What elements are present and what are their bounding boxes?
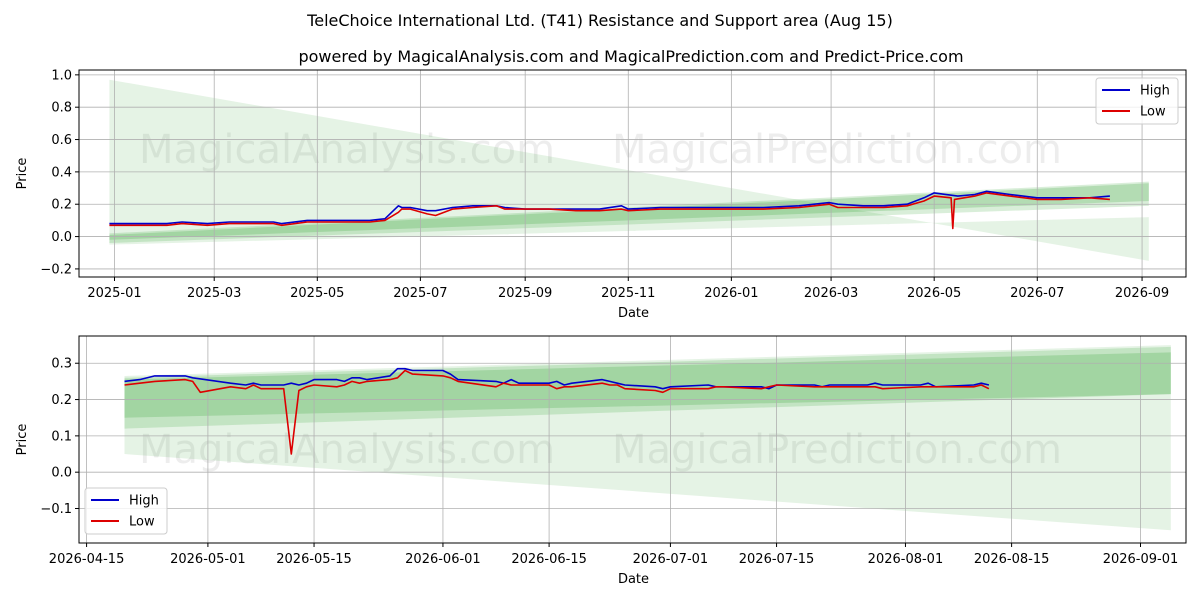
chart-title: TeleChoice International Ltd. (T41) Resi… <box>306 11 893 30</box>
y-tick-label: 0.0 <box>51 230 72 245</box>
x-tick-label: 2025-05 <box>290 286 344 301</box>
y-axis-label: Price <box>15 424 30 456</box>
x-tick-label: 2026-09 <box>1115 286 1169 301</box>
x-tick-label: 2025-07 <box>393 286 447 301</box>
x-tick-label: 2025-11 <box>601 286 655 301</box>
y-tick-label: 0.0 <box>51 466 72 481</box>
x-tick-label: 2026-05-01 <box>170 552 246 567</box>
watermark-right: MagicalPrediction.com <box>612 127 1062 173</box>
y-tick-label: −0.1 <box>40 502 72 517</box>
legend-label-low: Low <box>1140 105 1166 120</box>
top-chart-panel: MagicalAnalysis.com MagicalPrediction.com… <box>15 68 1187 321</box>
x-axis-label: Date <box>618 572 649 587</box>
y-tick-label: 1.0 <box>51 68 72 83</box>
legend-label-low: Low <box>129 515 155 530</box>
x-tick-label: 2026-01 <box>704 286 758 301</box>
x-tick-label: 2026-08-15 <box>974 552 1050 567</box>
x-tick-label: 2026-05 <box>907 286 961 301</box>
chart-subtitle: powered by MagicalAnalysis.com and Magic… <box>298 47 963 66</box>
x-tick-label: 2026-07-15 <box>739 552 815 567</box>
y-axis-label: Price <box>15 158 30 190</box>
y-tick-label: 0.2 <box>51 393 72 408</box>
y-tick-label: 0.4 <box>51 165 72 180</box>
x-tick-label: 2026-09-01 <box>1103 552 1179 567</box>
x-axis-label: Date <box>618 306 649 321</box>
legend-label-high: High <box>129 494 159 509</box>
x-tick-label: 2025-01 <box>87 286 141 301</box>
x-tick-label: 2026-07-01 <box>633 552 709 567</box>
x-tick-label: 2026-08-01 <box>868 552 944 567</box>
y-tick-label: 0.1 <box>51 429 72 444</box>
y-tick-label: 0.2 <box>51 198 72 213</box>
bottom-chart-panel: MagicalAnalysis.com MagicalPrediction.com… <box>15 335 1187 587</box>
y-tick-label: 0.6 <box>51 133 72 148</box>
x-tick-label: 2025-03 <box>187 286 241 301</box>
legend: High Low <box>1095 77 1179 125</box>
legend-label-high: High <box>1140 84 1170 99</box>
plot-area <box>79 70 1186 277</box>
y-tick-label: −0.2 <box>40 262 72 277</box>
figure: TeleChoice International Ltd. (T41) Resi… <box>15 11 1187 587</box>
x-tick-label: 2026-06-15 <box>511 552 587 567</box>
x-tick-label: 2026-07 <box>1010 286 1064 301</box>
x-tick-label: 2026-04-15 <box>49 552 125 567</box>
y-tick-label: 0.3 <box>51 357 72 372</box>
x-tick-label: 2026-06-01 <box>405 552 481 567</box>
legend: High Low <box>84 487 168 535</box>
y-tick-label: 0.8 <box>51 101 72 116</box>
x-tick-label: 2026-03 <box>804 286 858 301</box>
x-tick-label: 2026-05-15 <box>276 552 352 567</box>
x-tick-label: 2025-09 <box>498 286 552 301</box>
plot-area <box>79 336 1186 543</box>
